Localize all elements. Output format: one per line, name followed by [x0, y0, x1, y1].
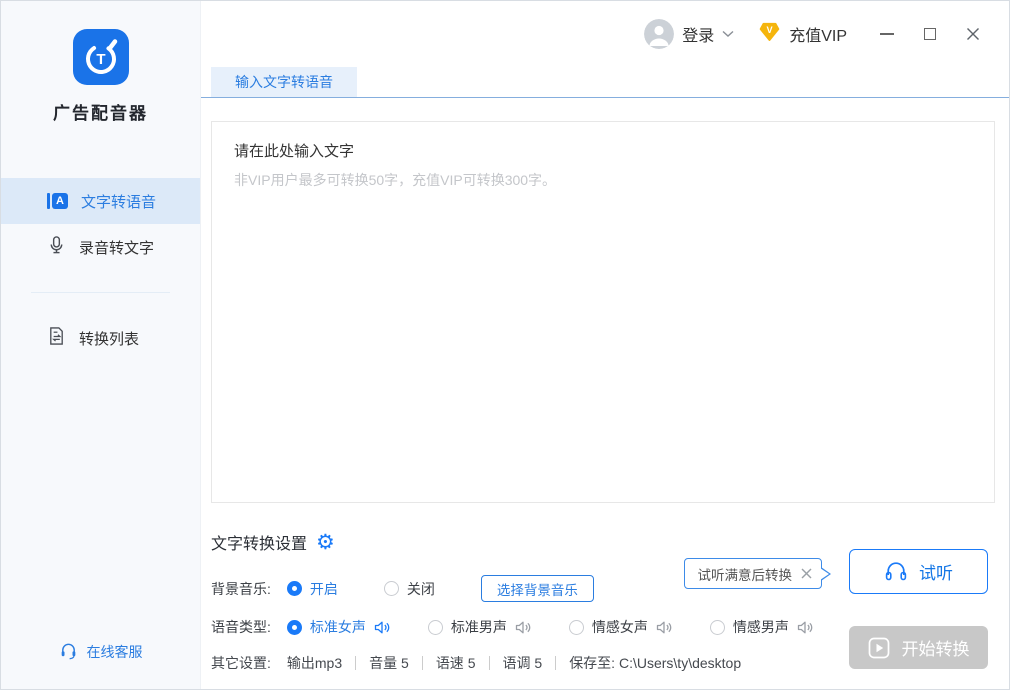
voice-label: 语音类型:: [211, 619, 271, 635]
preview-button[interactable]: 试听: [849, 549, 988, 594]
svg-text:T: T: [96, 51, 105, 68]
voice-option-emotional-female[interactable]: 情感女声: [568, 617, 672, 637]
titlebar: 登录 V 充值VIP: [201, 1, 1009, 67]
preview-label: 试听: [919, 564, 953, 583]
sidebar-item-label: 录音转文字: [79, 239, 155, 257]
voice-option-label: 情感男声: [732, 619, 789, 635]
preview-hint-tooltip: 试听满意后转换: [683, 558, 831, 589]
gear-icon[interactable]: ⚙: [316, 532, 335, 553]
start-convert-button[interactable]: 开始转换: [849, 626, 988, 669]
play-icon: [868, 637, 889, 658]
divider: [421, 656, 423, 670]
choose-bgm-button[interactable]: 选择背景音乐: [480, 575, 594, 602]
close-button[interactable]: [965, 26, 981, 42]
microphone-icon: [47, 235, 66, 259]
main-area: 登录 V 充值VIP 输入文字转语音 请在此处输入文字 非VIP用户最多可转换5…: [201, 1, 1009, 689]
other-settings-values: 输出mp3 音量 5 语速 5 语调 5 保存至: C:\Users\ty\de…: [287, 653, 741, 673]
chevron-down-icon: [722, 25, 734, 43]
save-path-value: 保存至: C:\Users\ty\desktop: [569, 655, 742, 671]
sidebar-item-conversion-list[interactable]: 转换列表: [1, 315, 200, 361]
sidebar-item-label: 文字转语音: [81, 193, 157, 211]
bgm-label: 背景音乐:: [211, 580, 271, 597]
settings-title-label: 文字转换设置: [211, 536, 308, 553]
close-icon: [801, 568, 812, 579]
support-label: 在线客服: [86, 644, 143, 660]
tab-bar: 输入文字转语音: [201, 67, 1009, 98]
speaker-icon[interactable]: [656, 620, 672, 635]
voice-option-standard-female[interactable]: 标准女声: [286, 617, 390, 637]
editor-placeholder-hint: 非VIP用户最多可转换50字，充值VIP可转换300字。: [234, 172, 557, 188]
bgm-on-option[interactable]: 开启: [286, 579, 338, 599]
online-support-link[interactable]: 在线客服: [1, 641, 200, 663]
sidebar-nav: 文字转语音 录音转文字: [1, 178, 200, 361]
login-label: 登录: [682, 28, 715, 45]
headset-icon: [59, 641, 78, 663]
speaker-icon[interactable]: [797, 620, 813, 635]
voice-option-standard-male[interactable]: 标准男声: [427, 617, 531, 637]
recharge-vip-button[interactable]: V 充值VIP: [758, 21, 847, 48]
sidebar-item-label: 转换列表: [79, 330, 140, 348]
editor-placeholder-title: 请在此处输入文字: [234, 143, 355, 160]
app-window: T 广告配音器 文字转语音 录音转文字: [1, 1, 1009, 689]
radio-selected-icon: [286, 581, 302, 596]
speed-value: 语速 5: [435, 655, 476, 671]
app-title: 广告配音器: [53, 104, 148, 123]
radio-selected-icon: [286, 619, 302, 635]
radio-unselected-icon: [709, 619, 725, 635]
headphones-icon: [885, 562, 907, 581]
convert-label: 开始转换: [901, 640, 970, 659]
volume-value: 音量 5: [369, 655, 409, 671]
radio-unselected-icon: [568, 619, 584, 635]
divider: [488, 656, 490, 670]
bgm-off-option[interactable]: 关闭: [383, 579, 435, 599]
voice-option-label: 标准男声: [450, 619, 507, 635]
maximize-button[interactable]: [922, 26, 938, 42]
tooltip-close-button[interactable]: [801, 568, 812, 579]
voice-option-label: 情感女声: [591, 619, 648, 635]
maximize-icon: [924, 28, 936, 40]
bgm-off-label: 关闭: [406, 580, 435, 597]
window-controls: [879, 26, 981, 42]
sidebar-item-text-to-speech[interactable]: 文字转语音: [1, 178, 200, 224]
divider: [355, 656, 357, 670]
avatar-icon: [644, 19, 675, 49]
svg-text:V: V: [767, 25, 774, 35]
output-format-value: 输出mp3: [286, 655, 343, 671]
tab-input-text-to-speech[interactable]: 输入文字转语音: [211, 67, 357, 97]
tooltip-text: 试听满意后转换: [697, 567, 793, 583]
voice-option-label: 标准女声: [309, 619, 366, 635]
speaker-icon[interactable]: [374, 620, 390, 635]
login-button[interactable]: 登录: [644, 19, 734, 49]
radio-unselected-icon: [427, 619, 443, 635]
app-logo-icon: T: [72, 29, 129, 85]
vip-label: 充值VIP: [789, 28, 847, 45]
translate-icon: [47, 193, 68, 209]
minimize-button[interactable]: [879, 26, 895, 42]
text-input-area[interactable]: 请在此处输入文字 非VIP用户最多可转换50字，充值VIP可转换300字。: [211, 121, 995, 503]
conversion-list-icon: [47, 326, 66, 350]
divider: [555, 656, 557, 670]
minimize-icon: [880, 33, 894, 35]
other-label: 其它设置:: [211, 655, 271, 671]
close-icon: [967, 28, 979, 40]
bgm-on-label: 开启: [309, 580, 338, 597]
pitch-value: 语调 5: [502, 655, 543, 671]
voice-option-emotional-male[interactable]: 情感男声: [709, 617, 813, 637]
radio-unselected-icon: [383, 581, 399, 596]
sidebar-item-speech-to-text[interactable]: 录音转文字: [1, 224, 200, 270]
sidebar: T 广告配音器 文字转语音 录音转文字: [1, 1, 201, 689]
content: 请在此处输入文字 非VIP用户最多可转换50字，充值VIP可转换300字。 文字…: [201, 98, 1009, 689]
speaker-icon[interactable]: [515, 620, 531, 635]
vip-badge-icon: V: [758, 21, 781, 48]
sidebar-divider: [31, 292, 170, 293]
